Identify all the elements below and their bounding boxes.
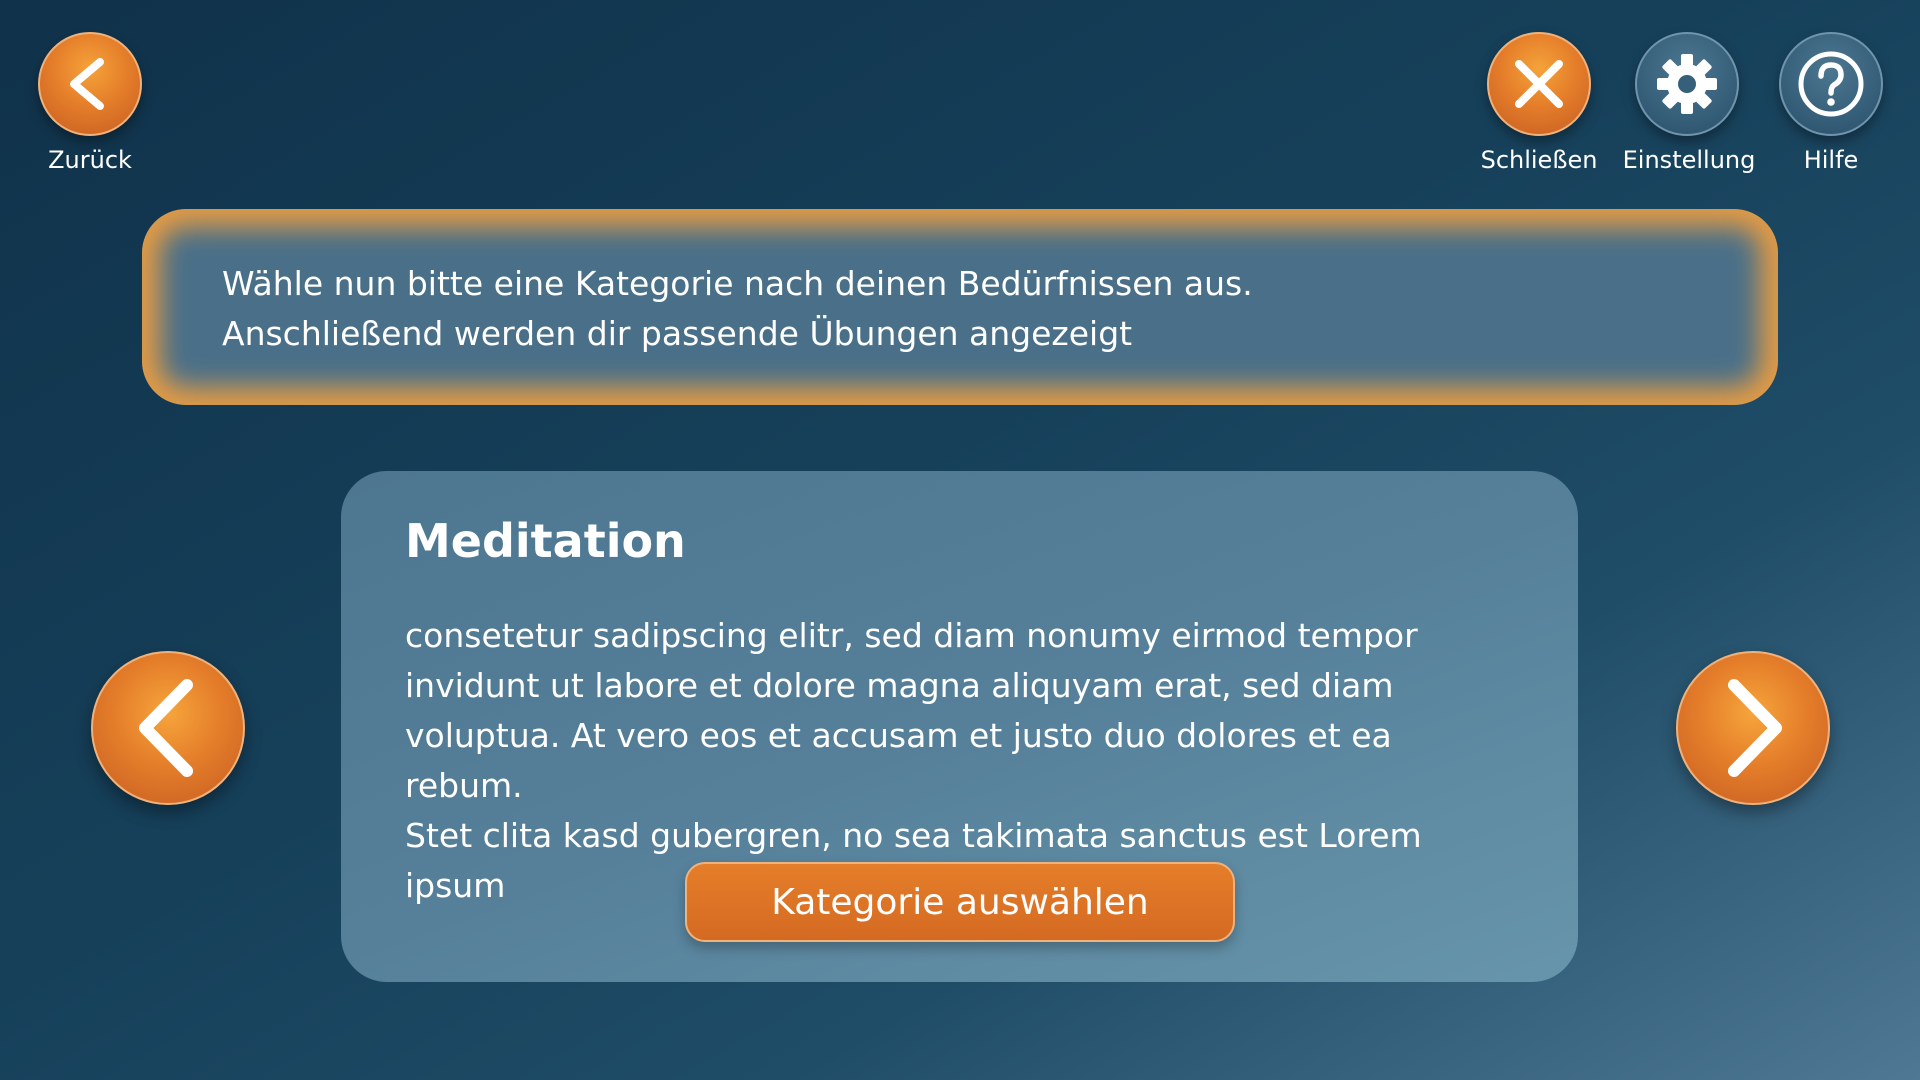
back-label: Zurück bbox=[48, 146, 132, 174]
next-category-button[interactable] bbox=[1676, 651, 1830, 805]
chevron-left-icon bbox=[139, 679, 193, 777]
help-label: Hilfe bbox=[1803, 146, 1859, 174]
instruction-banner: Wähle nun bitte eine Kategorie nach dein… bbox=[142, 209, 1778, 405]
category-description-line: consetetur sadipscing elitr, sed diam no… bbox=[405, 616, 1418, 655]
question-mark-icon bbox=[1798, 51, 1864, 117]
close-button[interactable] bbox=[1487, 32, 1591, 136]
chevron-right-icon bbox=[1728, 679, 1782, 777]
back-button[interactable] bbox=[38, 32, 142, 136]
select-category-button[interactable]: Kategorie auswählen bbox=[685, 862, 1235, 942]
category-description-line: voluptua. At vero eos et accusam et just… bbox=[405, 716, 1392, 805]
close-label: Schließen bbox=[1480, 146, 1598, 174]
instruction-line-2: Anschließend werden dir passende Übungen… bbox=[222, 314, 1133, 353]
category-title: Meditation bbox=[405, 514, 686, 568]
chevron-left-icon bbox=[70, 58, 104, 110]
settings-button[interactable] bbox=[1635, 32, 1739, 136]
close-icon bbox=[1515, 60, 1563, 108]
previous-category-button[interactable] bbox=[91, 651, 245, 805]
instruction-line-1: Wähle nun bitte eine Kategorie nach dein… bbox=[222, 264, 1253, 303]
category-description-line: invidunt ut labore et dolore magna aliqu… bbox=[405, 666, 1394, 705]
category-card: Meditation consetetur sadipscing elitr, … bbox=[341, 471, 1578, 982]
gear-icon bbox=[1657, 54, 1717, 114]
settings-label: Einstellung bbox=[1622, 146, 1756, 174]
help-button[interactable] bbox=[1779, 32, 1883, 136]
